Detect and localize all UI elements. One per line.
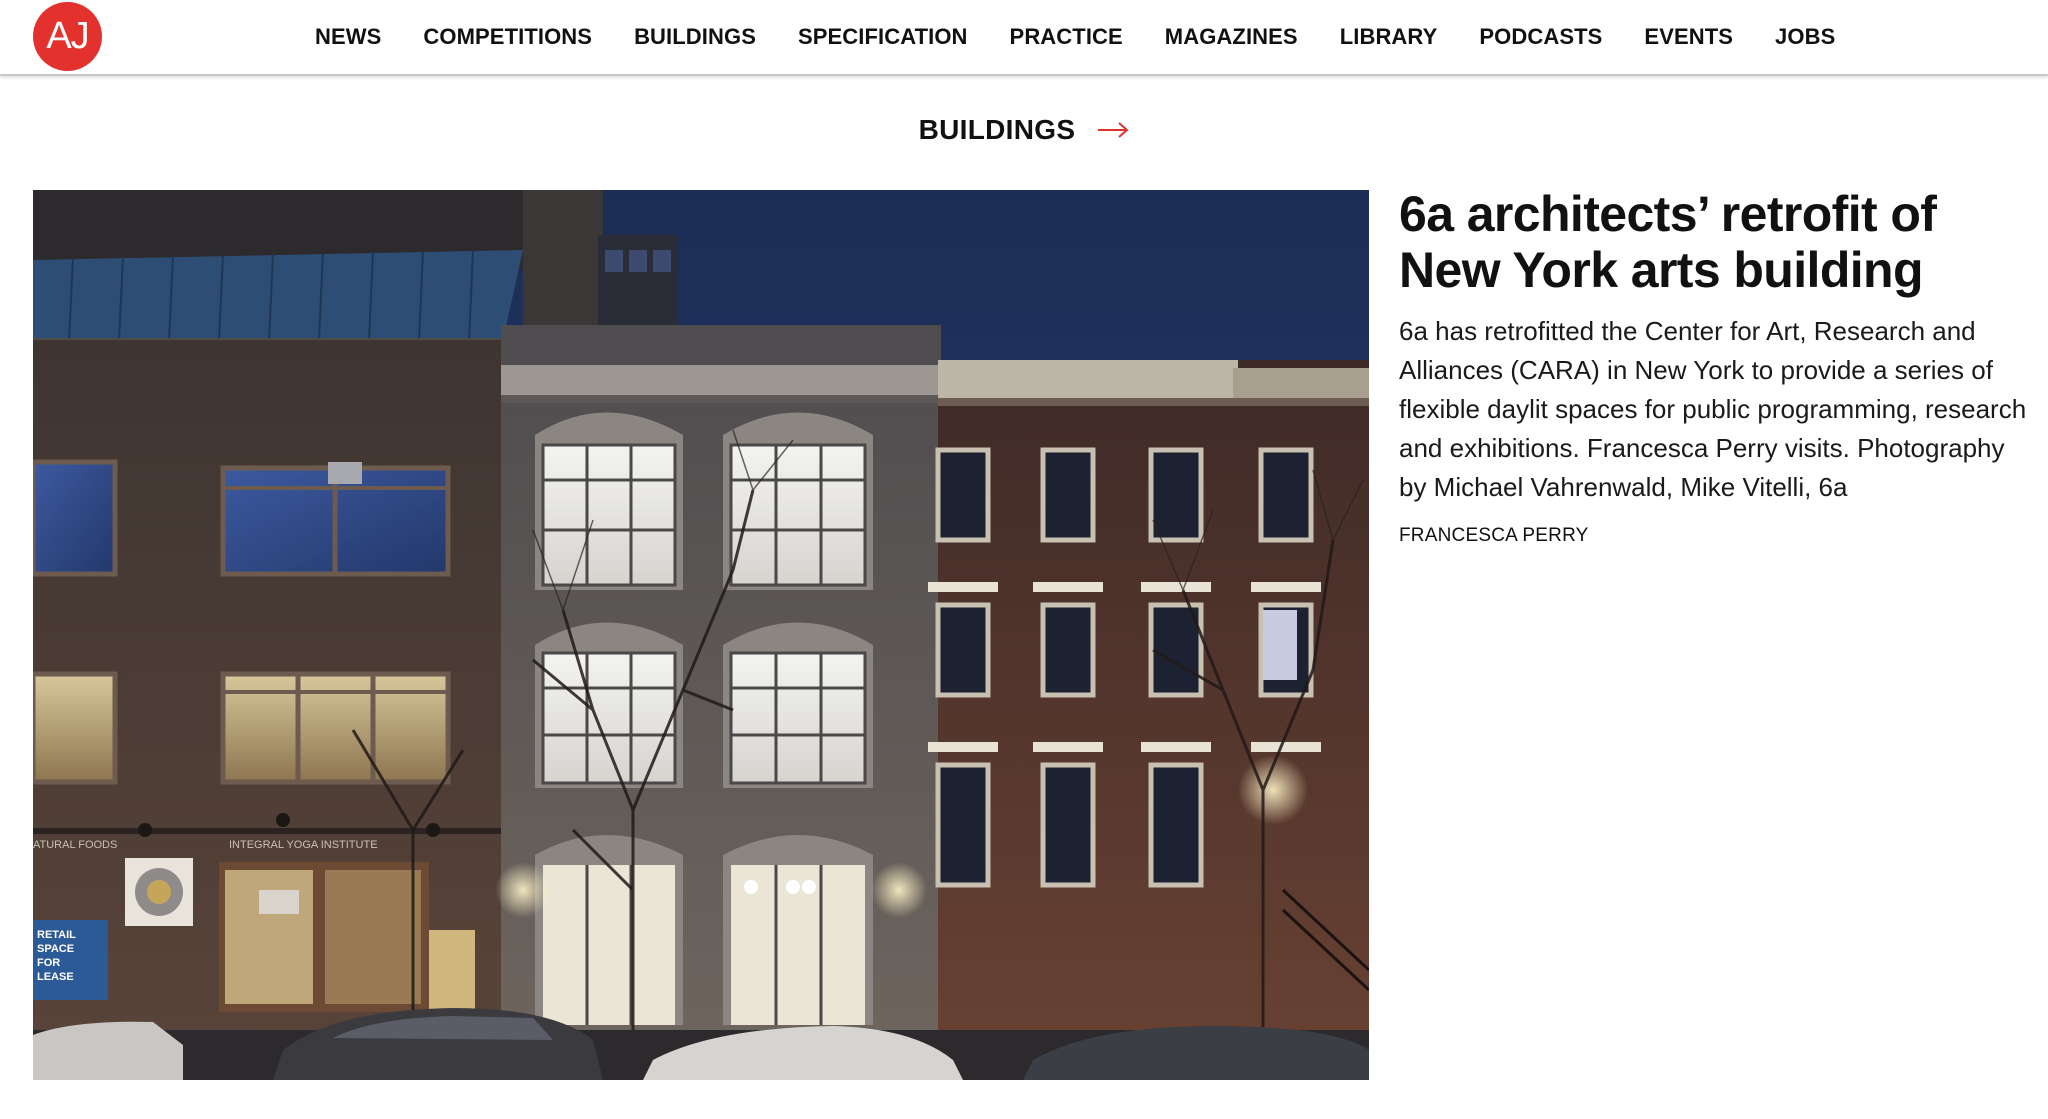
nav-item-specification[interactable]: SPECIFICATION xyxy=(777,24,989,50)
nav-item-podcasts[interactable]: PODCASTS xyxy=(1458,24,1623,50)
nav-item-events[interactable]: EVENTS xyxy=(1623,24,1754,50)
nav-item-library[interactable]: LIBRARY xyxy=(1319,24,1459,50)
article-summary: 6a architects’ retrofit of New York arts… xyxy=(1399,186,2039,547)
article-author[interactable]: FRANCESCA PERRY xyxy=(1399,525,2039,547)
sign-retail-2: SPACE xyxy=(37,943,74,955)
hero-image[interactable]: ATURAL FOODS INTEGRAL YOGA INSTITUTE RET… xyxy=(33,190,1369,1080)
nav-item-buildings[interactable]: BUILDINGS xyxy=(613,24,777,50)
arrow-right-icon xyxy=(1098,122,1129,138)
nav-item-practice[interactable]: PRACTICE xyxy=(989,24,1144,50)
sign-retail-4: LEASE xyxy=(37,971,74,983)
nav-item-competitions[interactable]: COMPETITIONS xyxy=(402,24,613,50)
nav-item-magazines[interactable]: MAGAZINES xyxy=(1144,24,1319,50)
article-standfirst: 6a has retrofitted the Center for Art, R… xyxy=(1399,316,2027,502)
section-label: BUILDINGS xyxy=(918,114,1076,145)
nav-item-news[interactable]: NEWS xyxy=(294,24,402,50)
aj-logo[interactable]: AJ xyxy=(33,2,102,71)
sign-retail-3: FOR xyxy=(37,957,60,969)
sign-retail-1: RETAIL xyxy=(37,929,76,941)
nav-item-jobs[interactable]: JOBS xyxy=(1754,24,1856,50)
sign-yoga: INTEGRAL YOGA INSTITUTE xyxy=(229,839,378,851)
main-nav: NEWS COMPETITIONS BUILDINGS SPECIFICATIO… xyxy=(294,0,1856,74)
site-header: AJ NEWS COMPETITIONS BUILDINGS SPECIFICA… xyxy=(0,0,2048,76)
article-headline[interactable]: 6a architects’ retrofit of New York arts… xyxy=(1399,186,2039,298)
section-link-buildings[interactable]: BUILDINGS xyxy=(0,114,2048,146)
sign-natural-foods: ATURAL FOODS xyxy=(33,839,117,851)
